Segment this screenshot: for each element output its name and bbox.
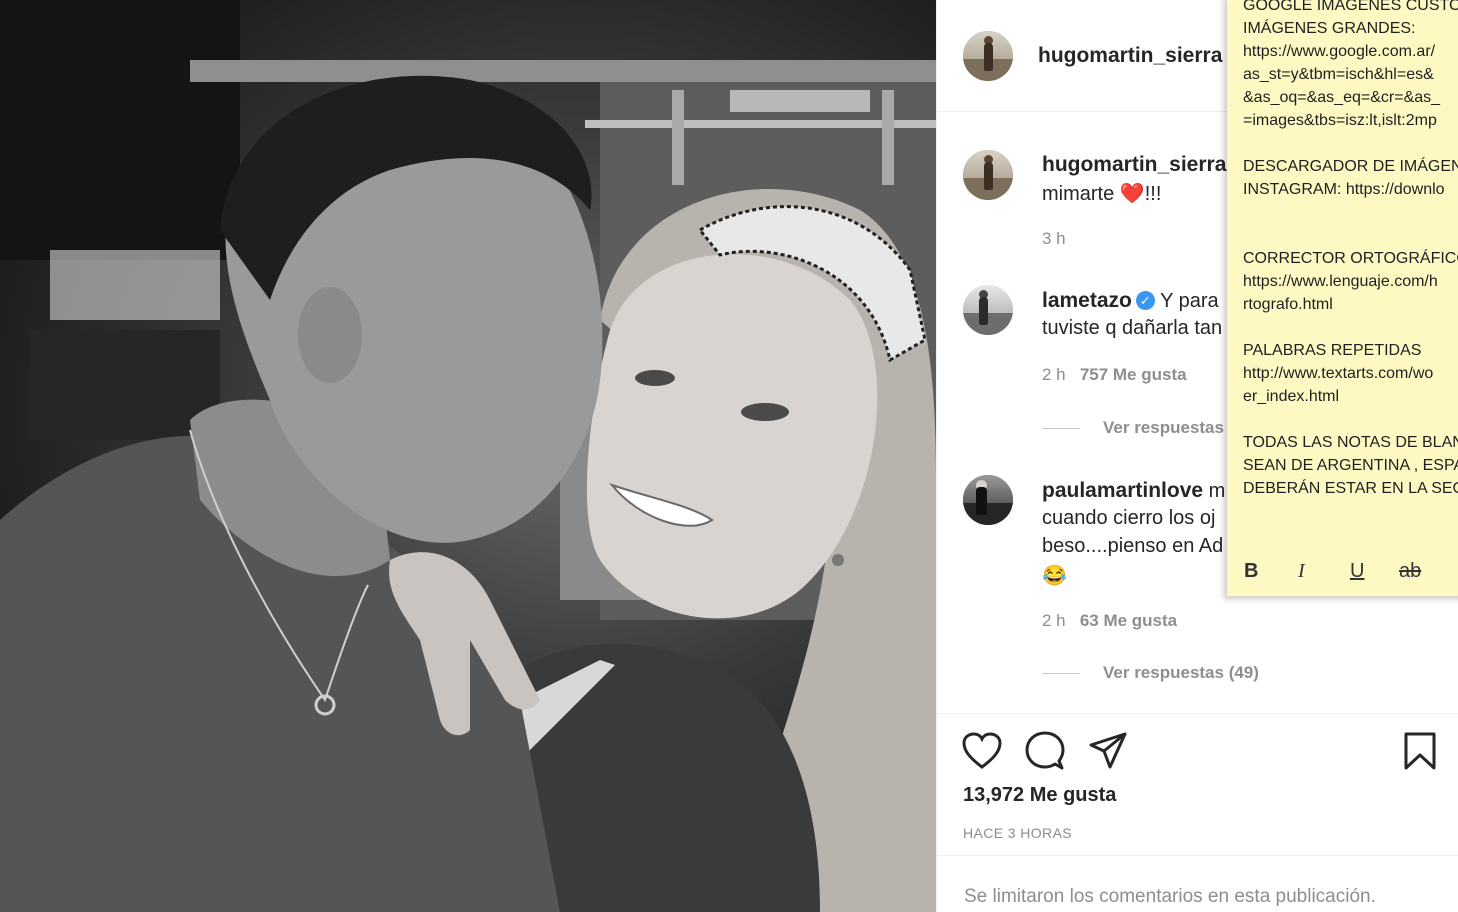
sticky-line: CORRECTOR ORTOGRÁFICO [1243, 250, 1458, 267]
background-beam [190, 60, 936, 82]
caption-avatar[interactable] [963, 150, 1013, 200]
sticky-line: INSTAGRAM: https://downlo [1243, 181, 1445, 198]
caption-username[interactable]: hugomartin_sierra [1042, 153, 1226, 177]
sticky-line: https://www.google.com.ar/ [1243, 43, 1436, 60]
comment-2-likes[interactable]: 63 Me gusta [1080, 611, 1177, 630]
comment-2-line-2: cuando cierro los oj [1042, 507, 1216, 529]
verified-check-icon: ✓ [1135, 291, 1155, 310]
comment-2-meta: 2 h 63 Me gusta [1042, 611, 1177, 631]
sticky-note-toolbar: B I U ab ⋮ [1227, 550, 1458, 596]
sticky-line: er_index.html [1243, 388, 1340, 405]
sticky-note-body[interactable]: GOOGLE IMÁGENES CUSTO IMÁGENES GRANDES: … [1243, 0, 1458, 542]
comment-1-username[interactable]: lametazo [1042, 289, 1132, 312]
sticky-line: GOOGLE IMÁGENES CUSTO [1243, 0, 1458, 14]
comment-2-line-1: paulamartinlove m [1042, 479, 1225, 503]
sticky-line: &as_oq=&as_eq=&cr=&as_ [1243, 89, 1441, 106]
sticky-line: IMÁGENES GRANDES: [1243, 20, 1416, 37]
background-light [730, 90, 870, 112]
italic-button[interactable]: I [1298, 560, 1305, 583]
caption-time[interactable]: 3 h [1042, 229, 1066, 249]
background-dark [0, 0, 240, 260]
view-replies-button-2[interactable]: Ver respuestas (49) [1103, 663, 1259, 683]
sticky-line: http://www.textarts.com/wo [1243, 365, 1434, 382]
comment-1-text-start: Y para [1160, 290, 1219, 312]
caption-text: mimarte ❤️!!! [1042, 181, 1161, 206]
woman-eye-left [635, 370, 675, 386]
comment-2-username[interactable]: paulamartinlove [1042, 479, 1203, 502]
woman-earring [832, 554, 844, 566]
actions-divider [937, 713, 1458, 714]
author-avatar[interactable] [963, 31, 1013, 81]
comment-avatar-lametazo[interactable] [963, 285, 1013, 335]
comment-2-text-start: m [1208, 480, 1226, 502]
author-username[interactable]: hugomartin_sierra [1038, 44, 1222, 68]
footer-divider [937, 855, 1458, 856]
sticky-line: PALABRAS REPETIDAS [1243, 342, 1422, 359]
post-photo[interactable] [0, 0, 936, 912]
post-timestamp[interactable]: HACE 3 HORAS [963, 825, 1072, 841]
list-icon[interactable]: ⋮ [1451, 563, 1458, 583]
sticky-gap [1243, 316, 1458, 339]
underline-button[interactable]: U [1350, 560, 1364, 583]
sticky-line: as_st=y&tbm=isch&hl=es& [1243, 66, 1434, 83]
heart-emoji: ❤️ [1119, 183, 1145, 205]
background-rail-post [882, 90, 894, 185]
sticky-line: DESCARGADOR DE IMÁGEN [1243, 158, 1458, 175]
background-ac-unit [50, 250, 220, 320]
sticky-note-window[interactable]: GOOGLE IMÁGENES CUSTO IMÁGENES GRANDES: … [1227, 0, 1458, 596]
sticky-line: rtografo.html [1243, 296, 1333, 313]
comment-1-line-2: tuviste q dañarla tan [1042, 317, 1223, 339]
bold-button[interactable]: B [1244, 560, 1258, 583]
man-ear [298, 287, 362, 383]
comment-1-line-1: lametazo ✓ Y para [1042, 289, 1219, 313]
strikethrough-button[interactable]: ab [1399, 560, 1421, 583]
replies-line [1042, 428, 1080, 429]
likes-count[interactable]: 13,972 Me gusta [963, 784, 1116, 807]
view-replies-button-1[interactable]: Ver respuestas [1103, 418, 1224, 438]
heart-outline-icon[interactable] [962, 732, 1002, 770]
comment-2-time[interactable]: 2 h [1042, 611, 1066, 630]
sticky-line: https://www.lenguaje.com/h [1243, 273, 1438, 290]
photo-illustration [0, 0, 936, 912]
bookmark-icon[interactable] [1403, 731, 1437, 771]
comments-limited-notice: Se limitaron los comentarios en esta pub… [964, 886, 1376, 907]
laughing-emoji: 😂 [1042, 565, 1067, 587]
sticky-gap [1243, 201, 1458, 224]
sticky-line: TODAS LAS NOTAS DE BLAN [1243, 434, 1458, 451]
comment-1-time[interactable]: 2 h [1042, 365, 1066, 384]
comment-2-line-3: beso....pienso en Ad [1042, 535, 1224, 557]
sticky-gap [1243, 224, 1458, 247]
comment-1-meta: 2 h 757 Me gusta [1042, 365, 1187, 385]
paper-plane-icon[interactable] [1088, 731, 1128, 771]
replies-line [1042, 673, 1080, 674]
woman-eye-right [741, 403, 789, 421]
sticky-line: DEBERÁN ESTAR EN LA SECC [1243, 480, 1458, 497]
speech-bubble-icon[interactable] [1025, 731, 1065, 771]
caption-text-after: !!! [1144, 183, 1162, 205]
sticky-gap [1243, 408, 1458, 431]
sticky-line: =images&tbs=isz:lt,islt:2mp [1243, 112, 1437, 129]
sticky-gap [1243, 132, 1458, 155]
comment-avatar-paulamartinlove[interactable] [963, 475, 1013, 525]
sticky-line: SEAN DE ARGENTINA , ESPA [1243, 457, 1458, 474]
caption-text-before: mimarte [1042, 183, 1120, 205]
comment-1-likes[interactable]: 757 Me gusta [1080, 365, 1187, 384]
background-rail-post [672, 90, 684, 185]
